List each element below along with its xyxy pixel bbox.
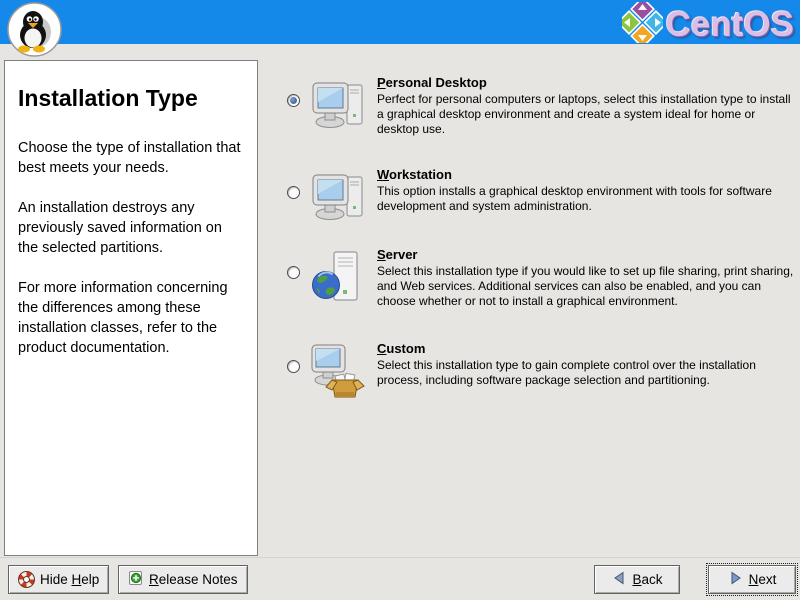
option-workstation[interactable]: Workstation This option installs a graph… — [287, 167, 797, 226]
page-title: Installation Type — [18, 85, 244, 112]
option-title: Custom — [377, 341, 797, 356]
option-server[interactable]: Server Select this installation type if … — [287, 247, 797, 309]
help-paragraph: Choose the type of installation that bes… — [18, 138, 244, 178]
option-title: Workstation — [377, 167, 797, 182]
option-description: Select this installation type to gain co… — [377, 358, 797, 388]
next-arrow-icon — [728, 570, 744, 589]
help-paragraph: An installation destroys any previously … — [18, 198, 244, 258]
desktop-computer-icon — [310, 170, 368, 226]
centos-pinwheel-icon — [622, 2, 663, 48]
option-title: Server — [377, 247, 797, 262]
release-notes-button[interactable]: Release Notes — [118, 565, 248, 594]
option-custom[interactable]: Custom Select this installation type to … — [287, 341, 797, 400]
hide-help-label: Hide Help — [40, 572, 99, 587]
hide-help-button[interactable]: Hide Help — [8, 565, 109, 594]
centos-logo: CentOS — [622, 2, 794, 48]
radio-workstation[interactable] — [287, 186, 300, 199]
brand-wordmark: CentOS — [666, 5, 794, 45]
radio-server[interactable] — [287, 266, 300, 279]
footer-separator — [0, 557, 800, 558]
radio-custom[interactable] — [287, 360, 300, 373]
radio-personal-desktop[interactable] — [287, 94, 300, 107]
option-description: Perfect for personal computers or laptop… — [377, 92, 797, 137]
release-notes-label: Release Notes — [149, 572, 238, 587]
lifebuoy-icon — [18, 571, 35, 588]
back-button[interactable]: Back — [594, 565, 680, 594]
option-description: Select this installation type if you wou… — [377, 264, 797, 309]
tux-logo — [7, 2, 62, 57]
help-panel: Installation Type Choose the type of ins… — [4, 60, 258, 556]
next-button[interactable]: Next — [708, 565, 796, 594]
release-notes-icon — [128, 570, 144, 589]
option-description: This option installs a graphical desktop… — [377, 184, 797, 214]
back-arrow-icon — [611, 570, 627, 589]
custom-package-icon — [310, 344, 368, 400]
back-label: Back — [632, 572, 662, 587]
help-paragraph: For more information concerning the diff… — [18, 278, 244, 358]
option-personal-desktop[interactable]: Personal Desktop Perfect for personal co… — [287, 75, 797, 137]
server-globe-icon — [310, 250, 368, 306]
option-title: Personal Desktop — [377, 75, 797, 90]
next-label: Next — [749, 572, 777, 587]
desktop-computer-icon — [310, 78, 368, 134]
